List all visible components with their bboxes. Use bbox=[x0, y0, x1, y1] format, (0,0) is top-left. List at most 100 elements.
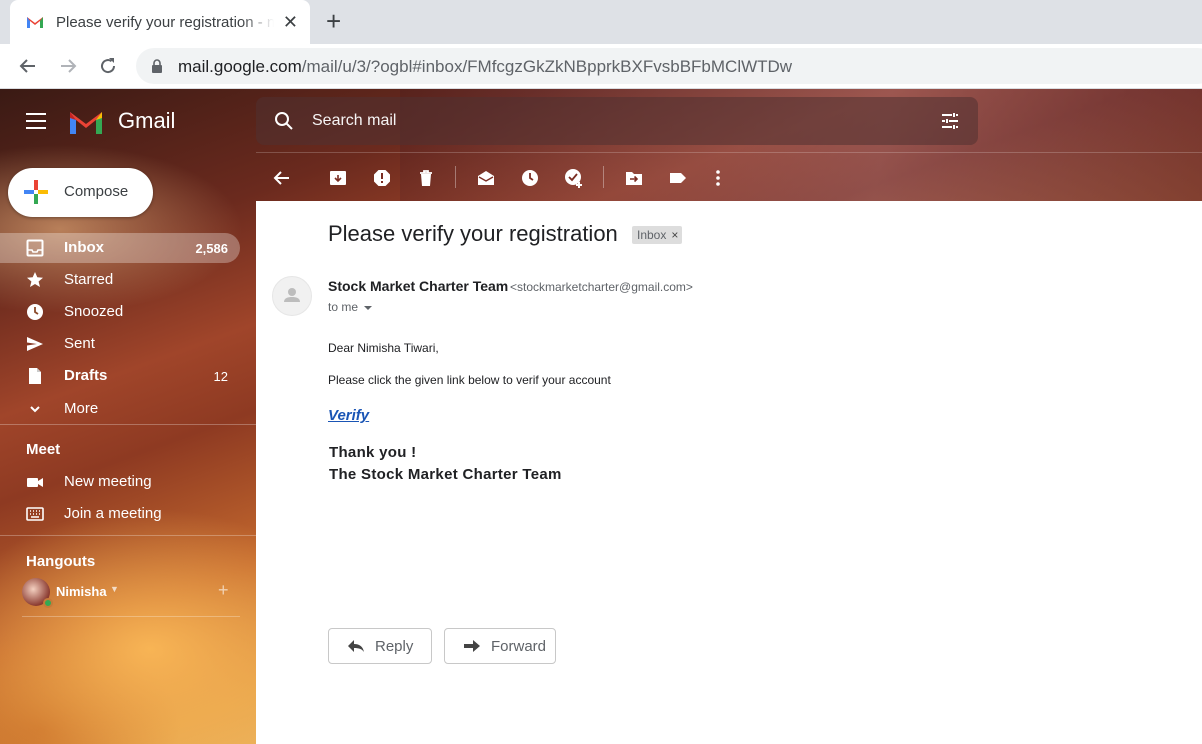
search-bar[interactable] bbox=[256, 97, 978, 145]
sidebar-item-drafts[interactable]: Drafts 12 bbox=[0, 361, 240, 391]
sidebar-item-label: Drafts bbox=[64, 367, 108, 384]
forward-button[interactable] bbox=[56, 54, 80, 78]
add-task-icon bbox=[565, 169, 582, 188]
trash-icon bbox=[420, 170, 432, 186]
meet-heading: Meet bbox=[26, 441, 61, 458]
move-to-folder-icon bbox=[626, 172, 642, 185]
sidebar-item-join-meeting[interactable]: Join a meeting bbox=[0, 499, 240, 529]
back-arrow-icon bbox=[273, 171, 289, 185]
reply-icon bbox=[348, 640, 364, 652]
snooze-button[interactable] bbox=[519, 167, 541, 189]
person-icon bbox=[284, 288, 300, 302]
recipient-text: to me bbox=[328, 300, 359, 314]
gmail-favicon-icon bbox=[27, 17, 43, 28]
add-contact-button[interactable]: + bbox=[218, 580, 229, 601]
sender-email: <stockmarketcharter@gmail.com> bbox=[510, 280, 693, 294]
clock-icon bbox=[27, 304, 43, 320]
reload-button[interactable] bbox=[96, 54, 120, 78]
lock-icon bbox=[152, 59, 162, 73]
gmail-app: Gmail Compose Inbox 2,586 Starred Snooze… bbox=[0, 89, 1202, 744]
avatar[interactable] bbox=[272, 276, 312, 316]
label-chip-text: Inbox bbox=[637, 228, 667, 242]
reply-button[interactable]: Reply bbox=[328, 628, 432, 664]
online-status-icon bbox=[43, 598, 53, 608]
new-tab-button[interactable]: + bbox=[326, 8, 341, 34]
inbox-count: 2,586 bbox=[195, 241, 228, 256]
sidebar-item-label: New meeting bbox=[64, 473, 152, 490]
sidebar-item-label: Inbox bbox=[64, 239, 104, 256]
sidebar-item-new-meeting[interactable]: New meeting bbox=[0, 467, 240, 497]
video-camera-icon bbox=[27, 478, 43, 487]
back-arrow-icon bbox=[19, 59, 35, 73]
browser-tabstrip: Please verify your registration - nimish… bbox=[0, 0, 1202, 44]
verify-link[interactable]: Verify bbox=[328, 407, 369, 424]
hangouts-user[interactable]: Nimisha ▼ + bbox=[22, 578, 242, 608]
tab-close-icon[interactable]: ✕ bbox=[283, 12, 298, 32]
tab-title: Please verify your registration - nimish… bbox=[56, 13, 274, 31]
sender-name[interactable]: Stock Market Charter Team bbox=[328, 278, 508, 294]
drafts-count: 12 bbox=[213, 369, 228, 384]
browser-toolbar: mail.google.com/mail/u/3/?ogbl#inbox/FMf… bbox=[0, 44, 1202, 89]
report-spam-button[interactable] bbox=[371, 167, 393, 189]
draft-file-icon bbox=[29, 368, 41, 384]
sidebar-item-label: More bbox=[64, 400, 99, 417]
search-input[interactable] bbox=[312, 109, 872, 133]
message-pane: Please verify your registration Inbox × … bbox=[256, 201, 1202, 744]
remove-label-icon[interactable]: × bbox=[671, 228, 678, 242]
mark-unread-button[interactable] bbox=[475, 167, 497, 189]
label-chip-inbox[interactable]: Inbox × bbox=[632, 226, 683, 244]
message-thanks: Thank you ! bbox=[329, 444, 417, 461]
forward-label: Forward bbox=[491, 637, 547, 655]
toolbar-divider bbox=[455, 166, 456, 188]
report-spam-icon bbox=[374, 170, 390, 186]
sidebar-item-more[interactable]: More bbox=[0, 394, 240, 424]
keyboard-icon bbox=[26, 507, 44, 521]
search-icon[interactable] bbox=[274, 111, 294, 131]
delete-button[interactable] bbox=[415, 167, 437, 189]
main-menu-icon[interactable] bbox=[26, 113, 46, 129]
sidebar-item-sent[interactable]: Sent bbox=[0, 329, 240, 359]
caret-down-icon[interactable] bbox=[364, 305, 373, 310]
sidebar-item-label: Starred bbox=[64, 271, 114, 288]
forward-icon bbox=[464, 640, 480, 652]
forward-button[interactable]: Forward bbox=[444, 628, 556, 664]
compose-plus-icon bbox=[24, 180, 48, 204]
archive-button[interactable] bbox=[327, 167, 349, 189]
add-to-tasks-button[interactable] bbox=[563, 167, 585, 189]
hangouts-user-name: Nimisha bbox=[56, 584, 107, 599]
star-icon bbox=[27, 272, 43, 287]
back-to-inbox-button[interactable] bbox=[271, 167, 293, 189]
caret-down-icon[interactable]: ▼ bbox=[110, 584, 119, 594]
sidebar-item-starred[interactable]: Starred bbox=[0, 265, 240, 295]
address-bar[interactable]: mail.google.com/mail/u/3/?ogbl#inbox/FMf… bbox=[136, 48, 1202, 84]
message-signature: The Stock Market Charter Team bbox=[329, 466, 562, 483]
browser-tab[interactable]: Please verify your registration - nimish… bbox=[10, 0, 310, 44]
sidebar-divider bbox=[0, 424, 256, 425]
compose-label: Compose bbox=[64, 183, 129, 200]
sidebar-item-inbox[interactable]: Inbox 2,586 bbox=[0, 233, 240, 263]
back-button[interactable] bbox=[16, 54, 40, 78]
hangouts-heading: Hangouts bbox=[26, 553, 96, 570]
header-divider bbox=[256, 152, 1202, 153]
forward-arrow-icon bbox=[61, 59, 77, 73]
chevron-down-icon bbox=[30, 406, 40, 413]
search-options-icon[interactable] bbox=[940, 111, 960, 131]
send-icon bbox=[27, 337, 43, 351]
reply-label: Reply bbox=[375, 637, 414, 655]
url-host: mail.google.com bbox=[178, 57, 302, 76]
sidebar-item-snoozed[interactable]: Snoozed bbox=[0, 297, 240, 327]
recipient-details[interactable]: to me bbox=[328, 300, 373, 314]
gmail-logo-icon[interactable] bbox=[67, 108, 105, 136]
archive-icon bbox=[330, 171, 346, 185]
compose-button[interactable]: Compose bbox=[8, 168, 153, 217]
gmail-wordmark[interactable]: Gmail bbox=[118, 108, 175, 134]
labels-button[interactable] bbox=[667, 167, 689, 189]
message-subject: Please verify your registration bbox=[328, 221, 618, 246]
move-to-button[interactable] bbox=[623, 167, 645, 189]
clock-icon bbox=[522, 170, 538, 186]
inbox-icon bbox=[26, 239, 44, 257]
envelope-open-icon bbox=[478, 171, 494, 185]
reload-icon bbox=[101, 58, 116, 74]
sidebar-item-label: Join a meeting bbox=[64, 505, 162, 522]
more-options-button[interactable] bbox=[707, 167, 729, 189]
